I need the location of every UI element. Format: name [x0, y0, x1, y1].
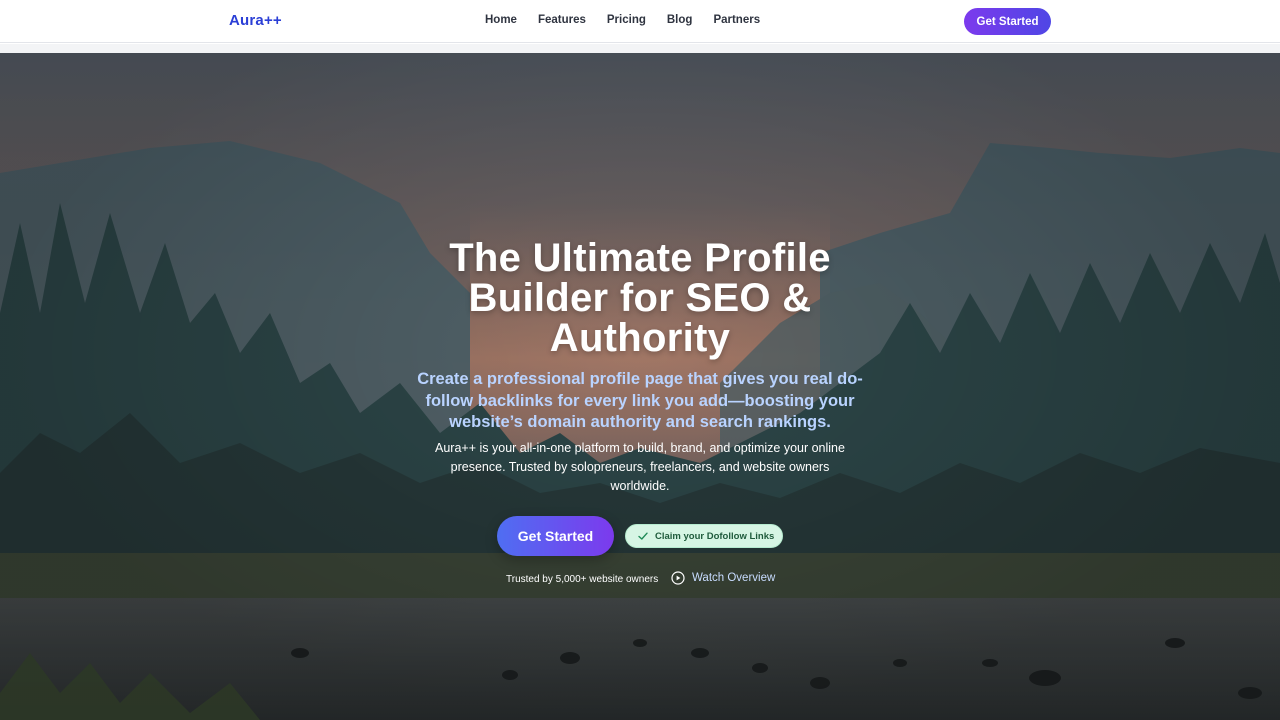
nav-get-started-button[interactable]: Get Started — [964, 8, 1051, 35]
watch-overview-link[interactable]: Watch Overview — [671, 571, 775, 585]
nav-link-blog[interactable]: Blog — [667, 14, 693, 26]
trusted-by-text: Trusted by 5,000+ website owners — [506, 574, 659, 585]
header-divider — [0, 44, 1280, 53]
check-icon — [638, 532, 648, 540]
hero-description: Aura++ is your all-in-one platform to bu… — [435, 441, 845, 493]
claim-dofollow-badge[interactable]: Claim your Dofollow Links — [625, 524, 783, 548]
hero-title-line: The Ultimate Profile — [449, 236, 831, 280]
nav-links: Home Features Pricing Blog Partners — [485, 14, 781, 26]
navbar: Aura++ Home Features Pricing Blog Partne… — [0, 0, 1280, 43]
claim-badge-label: Claim your Dofollow Links — [655, 530, 775, 542]
watch-overview-label: Watch Overview — [692, 572, 776, 584]
hero-get-started-button[interactable]: Get Started — [497, 516, 614, 556]
nav-link-features[interactable]: Features — [538, 14, 586, 26]
hero-title-line: Builder for SEO & — [468, 276, 812, 320]
hero-title-line: Authority — [549, 316, 731, 360]
nav-link-pricing[interactable]: Pricing — [607, 14, 646, 26]
nav-link-partners[interactable]: Partners — [713, 14, 760, 26]
brand-logo[interactable]: Aura++ — [229, 12, 282, 29]
nav-link-home[interactable]: Home — [485, 14, 517, 26]
hero-section: The Ultimate Profile Builder for SEO & A… — [0, 53, 1280, 720]
hero-title: The Ultimate Profile Builder for SEO & A… — [390, 238, 890, 358]
hero-subtitle: Create a professional profile page that … — [417, 370, 863, 431]
play-circle-icon — [671, 571, 685, 585]
